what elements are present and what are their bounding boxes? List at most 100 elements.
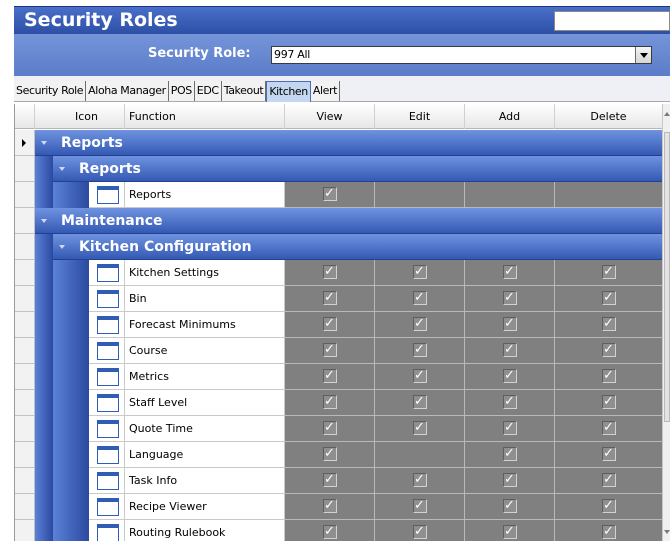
delete-checkbox[interactable]: ✓: [601, 395, 616, 409]
add-checkbox[interactable]: ✓: [502, 421, 517, 435]
add-checkbox[interactable]: ✓: [502, 291, 517, 305]
add-permission-cell[interactable]: ✓: [465, 494, 555, 520]
delete-permission-cell[interactable]: ✓: [555, 286, 662, 312]
group-row[interactable]: Kitchen Configuration: [15, 234, 662, 260]
table-row[interactable]: Language ✓ ✓ ✓: [15, 442, 662, 468]
view-permission-cell[interactable]: ✓: [285, 390, 375, 416]
edit-checkbox[interactable]: ✓: [412, 421, 427, 435]
delete-checkbox[interactable]: ✓: [601, 473, 616, 487]
delete-permission-cell[interactable]: ✓: [555, 338, 662, 364]
edit-checkbox[interactable]: ✓: [412, 317, 427, 331]
edit-checkbox[interactable]: ✓: [412, 343, 427, 357]
scroll-up-icon[interactable]: [664, 112, 670, 116]
group-row[interactable]: Reports: [15, 156, 662, 182]
row-selector[interactable]: [15, 130, 35, 156]
delete-permission-cell[interactable]: ✓: [555, 260, 662, 286]
table-row[interactable]: Task Info ✓ ✓ ✓ ✓: [15, 468, 662, 494]
add-checkbox[interactable]: ✓: [502, 369, 517, 383]
view-permission-cell[interactable]: ✓: [285, 182, 375, 208]
view-permission-cell[interactable]: ✓: [285, 364, 375, 390]
add-permission-cell[interactable]: ✓: [465, 338, 555, 364]
subgroup-header[interactable]: Reports: [53, 156, 662, 182]
add-permission-cell[interactable]: ✓: [465, 520, 555, 541]
edit-permission-cell[interactable]: ✓: [375, 494, 465, 520]
tab-edc[interactable]: EDC: [194, 81, 222, 101]
view-permission-cell[interactable]: ✓: [285, 468, 375, 494]
delete-checkbox[interactable]: ✓: [601, 447, 616, 461]
edit-permission-cell[interactable]: [375, 182, 465, 208]
delete-permission-cell[interactable]: ✓: [555, 494, 662, 520]
header-function[interactable]: Function: [125, 104, 285, 129]
view-checkbox[interactable]: ✓: [322, 343, 337, 357]
add-checkbox[interactable]: ✓: [502, 317, 517, 331]
add-checkbox[interactable]: ✓: [502, 265, 517, 279]
table-row[interactable]: Recipe Viewer ✓ ✓ ✓ ✓: [15, 494, 662, 520]
delete-permission-cell[interactable]: ✓: [555, 416, 662, 442]
row-selector[interactable]: [15, 390, 35, 416]
row-selector[interactable]: [15, 208, 35, 234]
delete-checkbox[interactable]: ✓: [601, 343, 616, 357]
view-checkbox[interactable]: ✓: [322, 473, 337, 487]
table-row[interactable]: Quote Time ✓ ✓ ✓ ✓: [15, 416, 662, 442]
row-selector[interactable]: [15, 442, 35, 468]
tab-kitchen[interactable]: Kitchen: [266, 81, 311, 102]
title-search-field[interactable]: [554, 11, 670, 31]
delete-permission-cell[interactable]: ✓: [555, 390, 662, 416]
delete-checkbox[interactable]: ✓: [601, 421, 616, 435]
table-row[interactable]: Routing Rulebook ✓ ✓ ✓ ✓: [15, 520, 662, 541]
add-checkbox[interactable]: ✓: [502, 499, 517, 513]
collapse-caret-icon[interactable]: [41, 141, 47, 145]
header-add[interactable]: Add: [465, 104, 555, 129]
edit-checkbox[interactable]: ✓: [412, 265, 427, 279]
view-checkbox[interactable]: ✓: [322, 187, 337, 201]
view-checkbox[interactable]: ✓: [322, 525, 337, 539]
add-permission-cell[interactable]: ✓: [465, 364, 555, 390]
tab-security-role[interactable]: Security Role: [14, 81, 87, 101]
view-checkbox[interactable]: ✓: [322, 317, 337, 331]
add-checkbox[interactable]: ✓: [502, 473, 517, 487]
delete-checkbox[interactable]: ✓: [601, 499, 616, 513]
header-delete[interactable]: Delete: [555, 104, 662, 129]
view-checkbox[interactable]: ✓: [322, 265, 337, 279]
add-checkbox[interactable]: ✓: [502, 447, 517, 461]
row-selector[interactable]: [15, 312, 35, 338]
row-selector[interactable]: [15, 468, 35, 494]
table-row[interactable]: Staff Level ✓ ✓ ✓ ✓: [15, 390, 662, 416]
table-row[interactable]: Reports ✓: [15, 182, 662, 208]
edit-permission-cell[interactable]: ✓: [375, 312, 465, 338]
edit-permission-cell[interactable]: ✓: [375, 338, 465, 364]
tab-pos[interactable]: POS: [168, 81, 195, 101]
edit-permission-cell[interactable]: ✓: [375, 286, 465, 312]
delete-checkbox[interactable]: ✓: [601, 291, 616, 305]
add-permission-cell[interactable]: [465, 182, 555, 208]
delete-permission-cell[interactable]: ✓: [555, 468, 662, 494]
row-selector[interactable]: [15, 156, 35, 182]
scroll-down-icon[interactable]: [664, 530, 670, 534]
table-row[interactable]: Metrics ✓ ✓ ✓ ✓: [15, 364, 662, 390]
row-selector[interactable]: [15, 260, 35, 286]
delete-permission-cell[interactable]: ✓: [555, 364, 662, 390]
add-permission-cell[interactable]: ✓: [465, 260, 555, 286]
collapse-caret-icon[interactable]: [59, 245, 65, 249]
delete-permission-cell[interactable]: ✓: [555, 520, 662, 541]
row-selector[interactable]: [15, 234, 35, 260]
delete-permission-cell[interactable]: ✓: [555, 442, 662, 468]
add-permission-cell[interactable]: ✓: [465, 312, 555, 338]
add-permission-cell[interactable]: ✓: [465, 416, 555, 442]
add-permission-cell[interactable]: ✓: [465, 468, 555, 494]
add-checkbox[interactable]: ✓: [502, 395, 517, 409]
edit-checkbox[interactable]: ✓: [412, 395, 427, 409]
view-permission-cell[interactable]: ✓: [285, 286, 375, 312]
delete-permission-cell[interactable]: [555, 182, 662, 208]
tab-aloha-manager[interactable]: Aloha Manager: [86, 81, 169, 101]
add-permission-cell[interactable]: ✓: [465, 390, 555, 416]
edit-permission-cell[interactable]: ✓: [375, 364, 465, 390]
view-permission-cell[interactable]: ✓: [285, 260, 375, 286]
table-row[interactable]: Course ✓ ✓ ✓ ✓: [15, 338, 662, 364]
edit-checkbox[interactable]: ✓: [412, 499, 427, 513]
row-selector[interactable]: [15, 494, 35, 520]
tab-takeout[interactable]: Takeout: [221, 81, 267, 101]
add-checkbox[interactable]: ✓: [502, 525, 517, 539]
view-permission-cell[interactable]: ✓: [285, 338, 375, 364]
edit-permission-cell[interactable]: [375, 442, 465, 468]
